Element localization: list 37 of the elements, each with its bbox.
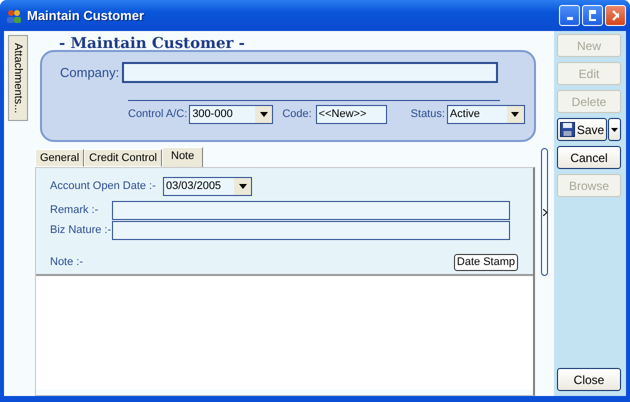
account-open-date-label: Account Open Date :-	[50, 179, 157, 194]
status-label: Status:	[410, 107, 445, 122]
action-button[interactable]: Save	[557, 118, 607, 141]
biz-nature-field[interactable]	[112, 221, 510, 240]
maximize-icon	[589, 10, 596, 21]
minimize-button[interactable]	[559, 5, 580, 26]
company-label: Company:	[60, 64, 120, 82]
action-button[interactable]: Cancel	[557, 146, 621, 169]
code-label: Code:	[282, 107, 312, 122]
save-options-button[interactable]	[608, 118, 621, 141]
dropdown-arrow-icon	[238, 184, 246, 189]
biz-nature-label: Biz Nature :-	[50, 223, 112, 238]
panel-splitter-handle[interactable]	[541, 148, 548, 276]
close-icon	[612, 10, 619, 21]
maximize-button[interactable]	[582, 5, 603, 26]
window-title: Maintain Customer	[27, 6, 146, 25]
tab[interactable]: General	[35, 149, 84, 167]
close-form-button[interactable]: Close	[557, 368, 621, 391]
attachments-side-tab[interactable]: Attachments...	[8, 35, 28, 121]
form-heading: - Maintain Customer -	[59, 34, 246, 52]
remark-field[interactable]	[112, 201, 510, 220]
tab[interactable]: Credit Control	[84, 149, 162, 167]
control-account-label: Control A/C:	[128, 107, 188, 122]
app-icon	[6, 8, 22, 24]
code-field[interactable]: <<New>>	[316, 105, 387, 124]
account-open-date-picker[interactable]: 03/03/2005	[163, 177, 252, 196]
control-account-dropdown[interactable]: 300-000	[189, 105, 274, 124]
dropdown-arrow-icon	[511, 112, 520, 117]
date-stamp-button[interactable]: Date Stamp	[454, 254, 518, 270]
dropdown-arrow-icon	[260, 112, 268, 117]
tab[interactable]: Note	[162, 147, 204, 167]
dropdown-arrow-icon	[611, 128, 618, 132]
note-label: Note :-	[50, 255, 84, 270]
close-button[interactable]	[605, 5, 626, 26]
company-field[interactable]	[122, 62, 498, 83]
status-dropdown[interactable]: Active	[446, 105, 525, 124]
remark-label: Remark :-	[50, 203, 100, 218]
